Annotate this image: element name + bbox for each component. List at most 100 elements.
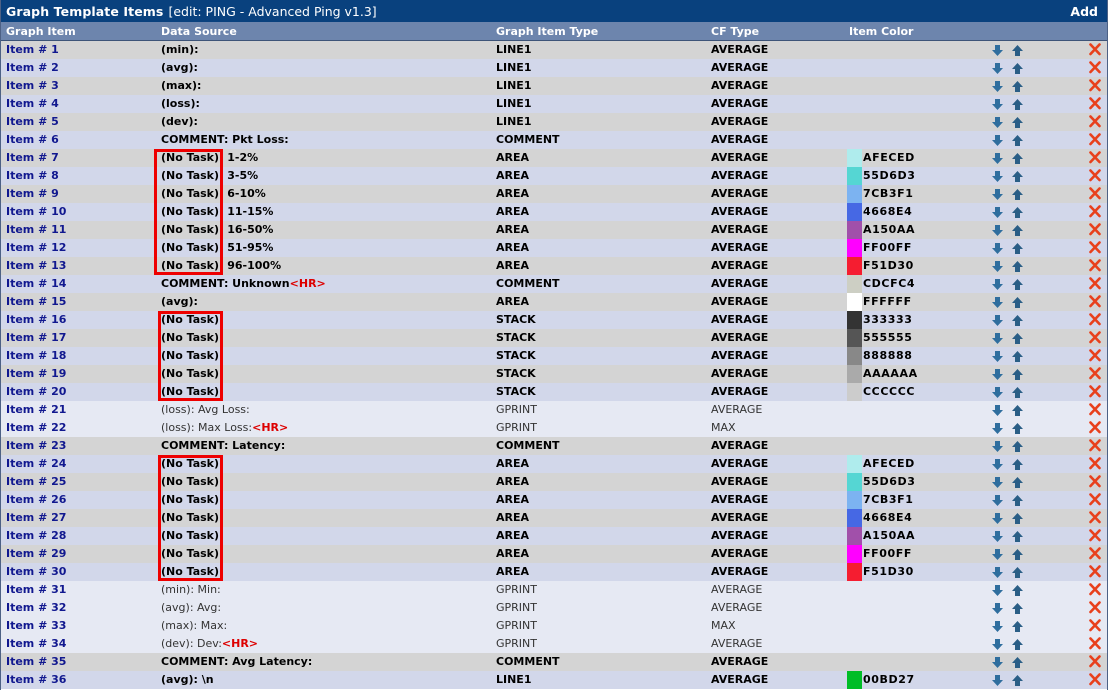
delete-x-icon[interactable] [1089, 241, 1101, 254]
delete-x-icon[interactable] [1089, 673, 1101, 686]
arrow-up-icon[interactable] [1011, 62, 1024, 75]
arrow-down-icon[interactable] [991, 278, 1004, 291]
delete-x-icon[interactable] [1089, 637, 1101, 650]
arrow-down-icon[interactable] [991, 350, 1004, 363]
graph-item-link[interactable]: Item # 11 [6, 224, 66, 236]
graph-item-link[interactable]: Item # 27 [6, 512, 66, 524]
arrow-up-icon[interactable] [1011, 350, 1024, 363]
graph-item-link[interactable]: Item # 3 [6, 80, 59, 92]
graph-item-link[interactable]: Item # 15 [6, 296, 66, 308]
delete-x-icon[interactable] [1089, 493, 1101, 506]
delete-x-icon[interactable] [1089, 421, 1101, 434]
arrow-down-icon[interactable] [991, 116, 1004, 129]
graph-item-link[interactable]: Item # 36 [6, 674, 66, 686]
delete-x-icon[interactable] [1089, 619, 1101, 632]
arrow-down-icon[interactable] [991, 314, 1004, 327]
delete-x-icon[interactable] [1089, 547, 1101, 560]
arrow-up-icon[interactable] [1011, 332, 1024, 345]
graph-item-link[interactable]: Item # 35 [6, 656, 66, 668]
arrow-up-icon[interactable] [1011, 224, 1024, 237]
delete-x-icon[interactable] [1089, 583, 1101, 596]
delete-x-icon[interactable] [1089, 295, 1101, 308]
graph-item-link[interactable]: Item # 30 [6, 566, 66, 578]
arrow-up-icon[interactable] [1011, 602, 1024, 615]
delete-x-icon[interactable] [1089, 223, 1101, 236]
arrow-down-icon[interactable] [991, 332, 1004, 345]
arrow-up-icon[interactable] [1011, 98, 1024, 111]
graph-item-link[interactable]: Item # 24 [6, 458, 66, 470]
arrow-down-icon[interactable] [991, 170, 1004, 183]
arrow-up-icon[interactable] [1011, 134, 1024, 147]
arrow-up-icon[interactable] [1011, 458, 1024, 471]
delete-x-icon[interactable] [1089, 133, 1101, 146]
arrow-up-icon[interactable] [1011, 530, 1024, 543]
graph-item-link[interactable]: Item # 5 [6, 116, 59, 128]
delete-x-icon[interactable] [1089, 115, 1101, 128]
arrow-up-icon[interactable] [1011, 638, 1024, 651]
graph-item-link[interactable]: Item # 18 [6, 350, 66, 362]
arrow-up-icon[interactable] [1011, 494, 1024, 507]
arrow-down-icon[interactable] [991, 620, 1004, 633]
arrow-down-icon[interactable] [991, 260, 1004, 273]
delete-x-icon[interactable] [1089, 367, 1101, 380]
graph-item-link[interactable]: Item # 4 [6, 98, 59, 110]
arrow-down-icon[interactable] [991, 62, 1004, 75]
arrow-up-icon[interactable] [1011, 314, 1024, 327]
graph-item-link[interactable]: Item # 29 [6, 548, 66, 560]
delete-x-icon[interactable] [1089, 205, 1101, 218]
graph-item-link[interactable]: Item # 16 [6, 314, 66, 326]
arrow-down-icon[interactable] [991, 296, 1004, 309]
arrow-down-icon[interactable] [991, 674, 1004, 687]
delete-x-icon[interactable] [1089, 79, 1101, 92]
graph-item-link[interactable]: Item # 6 [6, 134, 59, 146]
graph-item-link[interactable]: Item # 23 [6, 440, 66, 452]
arrow-up-icon[interactable] [1011, 512, 1024, 525]
delete-x-icon[interactable] [1089, 331, 1101, 344]
delete-x-icon[interactable] [1089, 349, 1101, 362]
graph-item-link[interactable]: Item # 1 [6, 44, 59, 56]
delete-x-icon[interactable] [1089, 151, 1101, 164]
graph-item-link[interactable]: Item # 10 [6, 206, 66, 218]
arrow-up-icon[interactable] [1011, 674, 1024, 687]
delete-x-icon[interactable] [1089, 529, 1101, 542]
arrow-down-icon[interactable] [991, 188, 1004, 201]
graph-item-link[interactable]: Item # 25 [6, 476, 66, 488]
arrow-down-icon[interactable] [991, 602, 1004, 615]
arrow-up-icon[interactable] [1011, 206, 1024, 219]
arrow-up-icon[interactable] [1011, 278, 1024, 291]
arrow-up-icon[interactable] [1011, 296, 1024, 309]
arrow-down-icon[interactable] [991, 656, 1004, 669]
arrow-up-icon[interactable] [1011, 368, 1024, 381]
arrow-up-icon[interactable] [1011, 566, 1024, 579]
arrow-down-icon[interactable] [991, 134, 1004, 147]
graph-item-link[interactable]: Item # 28 [6, 530, 66, 542]
arrow-up-icon[interactable] [1011, 170, 1024, 183]
delete-x-icon[interactable] [1089, 43, 1101, 56]
arrow-up-icon[interactable] [1011, 152, 1024, 165]
arrow-down-icon[interactable] [991, 242, 1004, 255]
graph-item-link[interactable]: Item # 14 [6, 278, 66, 290]
graph-item-link[interactable]: Item # 12 [6, 242, 66, 254]
arrow-down-icon[interactable] [991, 530, 1004, 543]
arrow-down-icon[interactable] [991, 368, 1004, 381]
arrow-down-icon[interactable] [991, 458, 1004, 471]
delete-x-icon[interactable] [1089, 169, 1101, 182]
arrow-down-icon[interactable] [991, 44, 1004, 57]
graph-item-link[interactable]: Item # 32 [6, 602, 66, 614]
delete-x-icon[interactable] [1089, 457, 1101, 470]
arrow-up-icon[interactable] [1011, 440, 1024, 453]
arrow-down-icon[interactable] [991, 206, 1004, 219]
graph-item-link[interactable]: Item # 34 [6, 638, 66, 650]
arrow-up-icon[interactable] [1011, 260, 1024, 273]
arrow-up-icon[interactable] [1011, 584, 1024, 597]
delete-x-icon[interactable] [1089, 511, 1101, 524]
arrow-up-icon[interactable] [1011, 80, 1024, 93]
arrow-up-icon[interactable] [1011, 422, 1024, 435]
graph-item-link[interactable]: Item # 7 [6, 152, 59, 164]
delete-x-icon[interactable] [1089, 439, 1101, 452]
arrow-down-icon[interactable] [991, 638, 1004, 651]
graph-item-link[interactable]: Item # 20 [6, 386, 66, 398]
delete-x-icon[interactable] [1089, 565, 1101, 578]
delete-x-icon[interactable] [1089, 403, 1101, 416]
arrow-down-icon[interactable] [991, 98, 1004, 111]
